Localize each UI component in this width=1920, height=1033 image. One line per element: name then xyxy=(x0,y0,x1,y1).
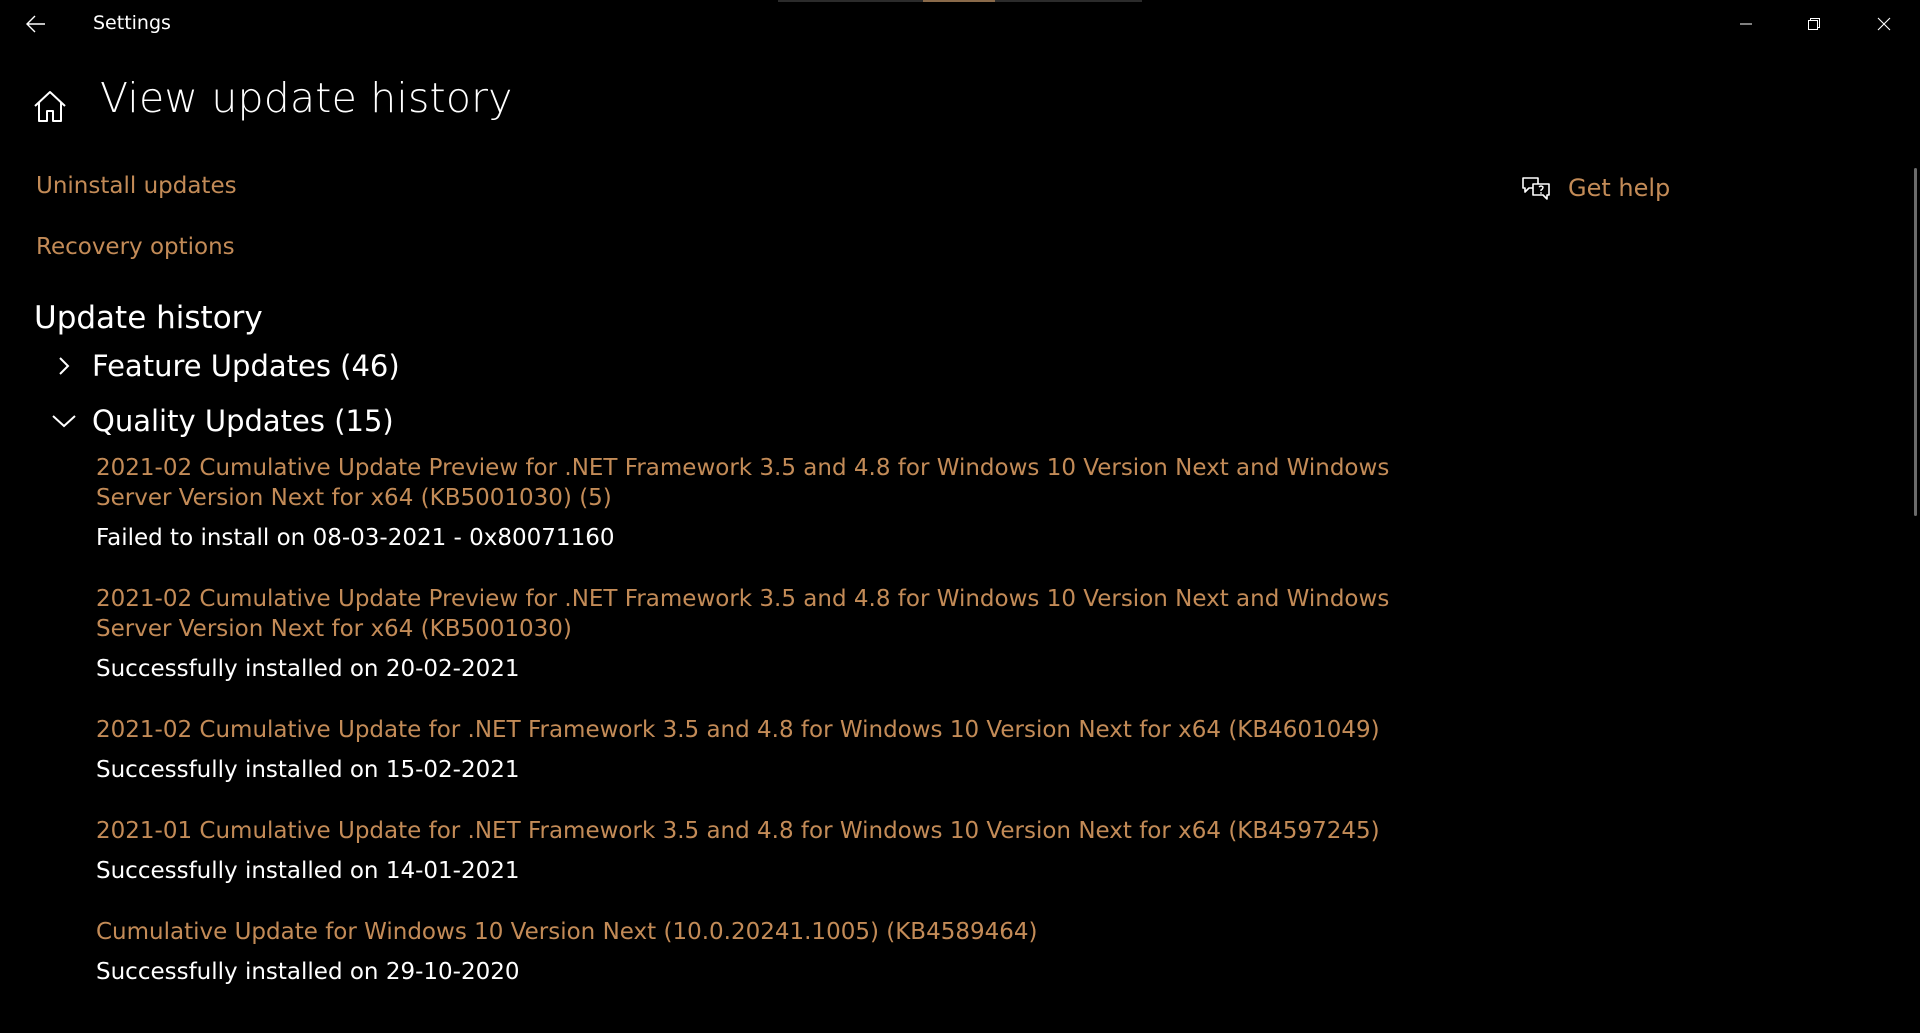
chat-help-icon xyxy=(1522,177,1550,200)
vertical-scrollbar[interactable] xyxy=(1914,168,1917,516)
quality-updates-list: 2021-02 Cumulative Update Preview for .N… xyxy=(96,453,1436,1018)
uninstall-updates-link[interactable]: Uninstall updates xyxy=(36,173,237,199)
chevron-right-icon xyxy=(46,348,82,384)
update-title-link[interactable]: Cumulative Update for Windows 10 Version… xyxy=(96,917,1436,947)
minimize-icon xyxy=(1740,23,1752,25)
recovery-options-link[interactable]: Recovery options xyxy=(36,234,235,260)
list-item: Cumulative Update for Windows 10 Version… xyxy=(96,917,1436,987)
quality-updates-group[interactable]: Quality Updates (15) xyxy=(46,403,394,439)
page-title: View update history xyxy=(100,74,513,122)
chevron-down-icon xyxy=(46,403,82,439)
feature-updates-label: Feature Updates (46) xyxy=(92,349,400,383)
close-icon xyxy=(1877,17,1891,31)
title-drag-bar-accent xyxy=(923,0,995,2)
update-status: Successfully installed on 20-02-2021 xyxy=(96,656,520,682)
update-status: Successfully installed on 15-02-2021 xyxy=(96,757,520,783)
home-button[interactable] xyxy=(30,86,70,126)
minimize-button[interactable] xyxy=(1712,0,1780,48)
update-title-link[interactable]: 2021-02 Cumulative Update Preview for .N… xyxy=(96,584,1436,644)
list-item: 2021-02 Cumulative Update Preview for .N… xyxy=(96,584,1436,684)
list-item: 2021-02 Cumulative Update Preview for .N… xyxy=(96,453,1436,553)
restore-icon xyxy=(1808,18,1820,30)
quality-updates-label: Quality Updates (15) xyxy=(92,404,394,438)
update-title-link[interactable]: 2021-02 Cumulative Update Preview for .N… xyxy=(96,453,1436,513)
update-status: Successfully installed on 14-01-2021 xyxy=(96,858,520,884)
list-item: 2021-01 Cumulative Update for .NET Frame… xyxy=(96,816,1436,886)
get-help-link[interactable]: Get help xyxy=(1520,172,1670,204)
app-title: Settings xyxy=(93,12,171,34)
close-button[interactable] xyxy=(1850,0,1918,48)
home-icon xyxy=(34,91,66,122)
update-status: Failed to install on 08-03-2021 - 0x8007… xyxy=(96,525,615,551)
back-button[interactable] xyxy=(16,6,56,42)
settings-window: Settings View update history Uninstall u… xyxy=(0,0,1920,1033)
title-bar[interactable]: Settings xyxy=(0,0,1920,48)
feature-updates-group[interactable]: Feature Updates (46) xyxy=(46,348,400,384)
update-title-link[interactable]: 2021-02 Cumulative Update for .NET Frame… xyxy=(96,715,1436,745)
restore-button[interactable] xyxy=(1780,0,1848,48)
back-arrow-icon xyxy=(26,15,45,33)
update-title-link[interactable]: 2021-01 Cumulative Update for .NET Frame… xyxy=(96,816,1436,846)
list-item: 2021-02 Cumulative Update for .NET Frame… xyxy=(96,715,1436,785)
update-status: Successfully installed on 29-10-2020 xyxy=(96,959,520,985)
update-history-heading: Update history xyxy=(34,300,263,336)
get-help-label: Get help xyxy=(1568,174,1671,202)
